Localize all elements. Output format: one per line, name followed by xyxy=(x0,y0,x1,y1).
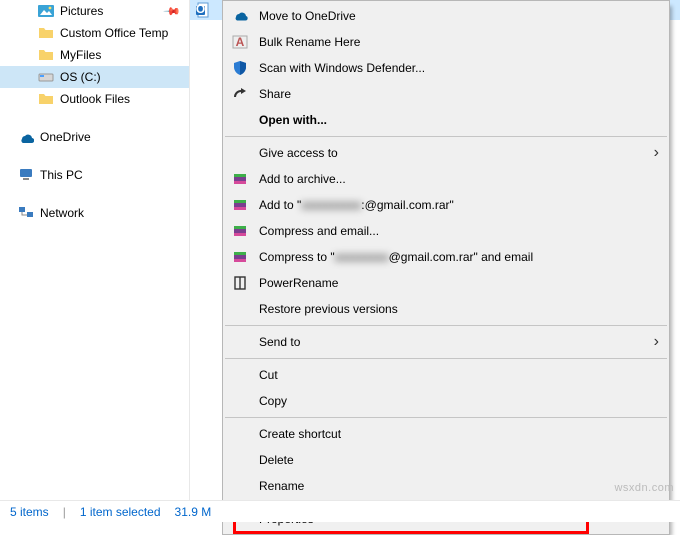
pictures-icon xyxy=(38,3,54,19)
sidebar-item-label: Pictures xyxy=(60,4,103,18)
chevron-right-icon: › xyxy=(654,144,659,162)
menu-item-label: Copy xyxy=(259,394,287,408)
onedrive-icon xyxy=(18,129,34,145)
menu-copy[interactable]: Copy xyxy=(223,388,669,414)
powerrename-icon xyxy=(231,274,249,292)
menu-compress-email[interactable]: Compress and email... xyxy=(223,218,669,244)
menu-item-label: Add to "xxxxxxxxxx:@gmail.com.rar" xyxy=(259,198,454,212)
sidebar-item-custom-office[interactable]: Custom Office Temp xyxy=(0,22,189,44)
folder-icon xyxy=(38,91,54,107)
onedrive-icon xyxy=(231,7,249,25)
folder-icon xyxy=(38,25,54,41)
defender-icon xyxy=(231,59,249,77)
menu-bulk-rename[interactable]: A Bulk Rename Here xyxy=(223,29,669,55)
folder-icon xyxy=(38,47,54,63)
menu-item-label: Move to OneDrive xyxy=(259,9,356,23)
winrar-icon xyxy=(231,170,249,188)
sidebar-item-label: OS (C:) xyxy=(60,70,101,84)
menu-share[interactable]: Share xyxy=(223,81,669,107)
menu-item-label: PowerRename xyxy=(259,276,338,290)
sidebar-item-this-pc[interactable]: This PC xyxy=(0,164,189,186)
separator xyxy=(225,358,667,359)
winrar-icon xyxy=(231,196,249,214)
winrar-icon xyxy=(231,248,249,266)
menu-move-onedrive[interactable]: Move to OneDrive xyxy=(223,3,669,29)
menu-item-label: Give access to xyxy=(259,146,338,160)
navigation-pane[interactable]: Pictures 📌 Custom Office Temp MyFiles OS… xyxy=(0,0,190,522)
menu-item-label: Restore previous versions xyxy=(259,302,398,316)
sidebar-item-label: OneDrive xyxy=(40,130,91,144)
watermark: wsxdn.com xyxy=(614,482,674,494)
menu-defender[interactable]: Scan with Windows Defender... xyxy=(223,55,669,81)
menu-item-label: Send to xyxy=(259,335,300,349)
sidebar-item-os-c[interactable]: OS (C:) xyxy=(0,66,189,88)
sidebar-item-label: This PC xyxy=(40,168,83,182)
menu-item-label: Open with... xyxy=(259,113,327,127)
sidebar-item-outlook-files[interactable]: Outlook Files xyxy=(0,88,189,110)
status-selected: 1 item selected xyxy=(80,505,161,519)
menu-item-label: Share xyxy=(259,87,291,101)
sidebar-item-network[interactable]: Network xyxy=(0,202,189,224)
menu-item-label: Cut xyxy=(259,368,278,382)
menu-powerrename[interactable]: PowerRename xyxy=(223,270,669,296)
separator xyxy=(225,325,667,326)
status-item-count: 5 items xyxy=(10,505,49,519)
context-menu: Move to OneDrive A Bulk Rename Here Scan… xyxy=(222,0,670,535)
sidebar-item-label: MyFiles xyxy=(60,48,101,62)
menu-item-label: Create shortcut xyxy=(259,427,341,441)
menu-item-label: Scan with Windows Defender... xyxy=(259,61,425,75)
share-icon xyxy=(231,85,249,103)
rename-icon: A xyxy=(231,33,249,51)
menu-send-to[interactable]: Send to › xyxy=(223,329,669,355)
svg-text:A: A xyxy=(236,35,245,49)
menu-restore[interactable]: Restore previous versions xyxy=(223,296,669,322)
menu-rename[interactable]: Rename xyxy=(223,473,669,499)
network-icon xyxy=(18,205,34,221)
menu-give-access[interactable]: Give access to › xyxy=(223,140,669,166)
status-bar: 5 items | 1 item selected 31.9 M xyxy=(0,500,680,522)
menu-create-shortcut[interactable]: Create shortcut xyxy=(223,421,669,447)
sidebar-item-label: Custom Office Temp xyxy=(60,26,168,40)
menu-item-label: Delete xyxy=(259,453,294,467)
status-size: 31.9 M xyxy=(175,505,212,519)
menu-compress-to-rar[interactable]: Compress to "xxxxxxxxx@gmail.com.rar" an… xyxy=(223,244,669,270)
menu-add-to-rar[interactable]: Add to "xxxxxxxxxx:@gmail.com.rar" xyxy=(223,192,669,218)
sidebar-item-pictures[interactable]: Pictures 📌 xyxy=(0,0,189,22)
menu-delete[interactable]: Delete xyxy=(223,447,669,473)
winrar-icon xyxy=(231,222,249,240)
separator xyxy=(225,417,667,418)
sidebar-item-label: Network xyxy=(40,206,84,220)
outlook-file-icon: O xyxy=(196,2,212,18)
svg-text:O: O xyxy=(196,2,205,16)
sidebar-item-onedrive[interactable]: OneDrive xyxy=(0,126,189,148)
sidebar-item-myfiles[interactable]: MyFiles xyxy=(0,44,189,66)
menu-item-label: Compress to "xxxxxxxxx@gmail.com.rar" an… xyxy=(259,250,533,264)
menu-item-label: Bulk Rename Here xyxy=(259,35,360,49)
sidebar-item-label: Outlook Files xyxy=(60,92,130,106)
pin-icon: 📌 xyxy=(163,2,182,21)
menu-cut[interactable]: Cut xyxy=(223,362,669,388)
this-pc-icon xyxy=(18,167,34,183)
menu-open-with[interactable]: Open with... xyxy=(223,107,669,133)
menu-item-label: Compress and email... xyxy=(259,224,379,238)
menu-add-archive[interactable]: Add to archive... xyxy=(223,166,669,192)
status-divider: | xyxy=(63,505,66,519)
chevron-right-icon: › xyxy=(654,333,659,351)
separator xyxy=(225,136,667,137)
drive-icon xyxy=(38,69,54,85)
menu-item-label: Add to archive... xyxy=(259,172,346,186)
menu-item-label: Rename xyxy=(259,479,304,493)
